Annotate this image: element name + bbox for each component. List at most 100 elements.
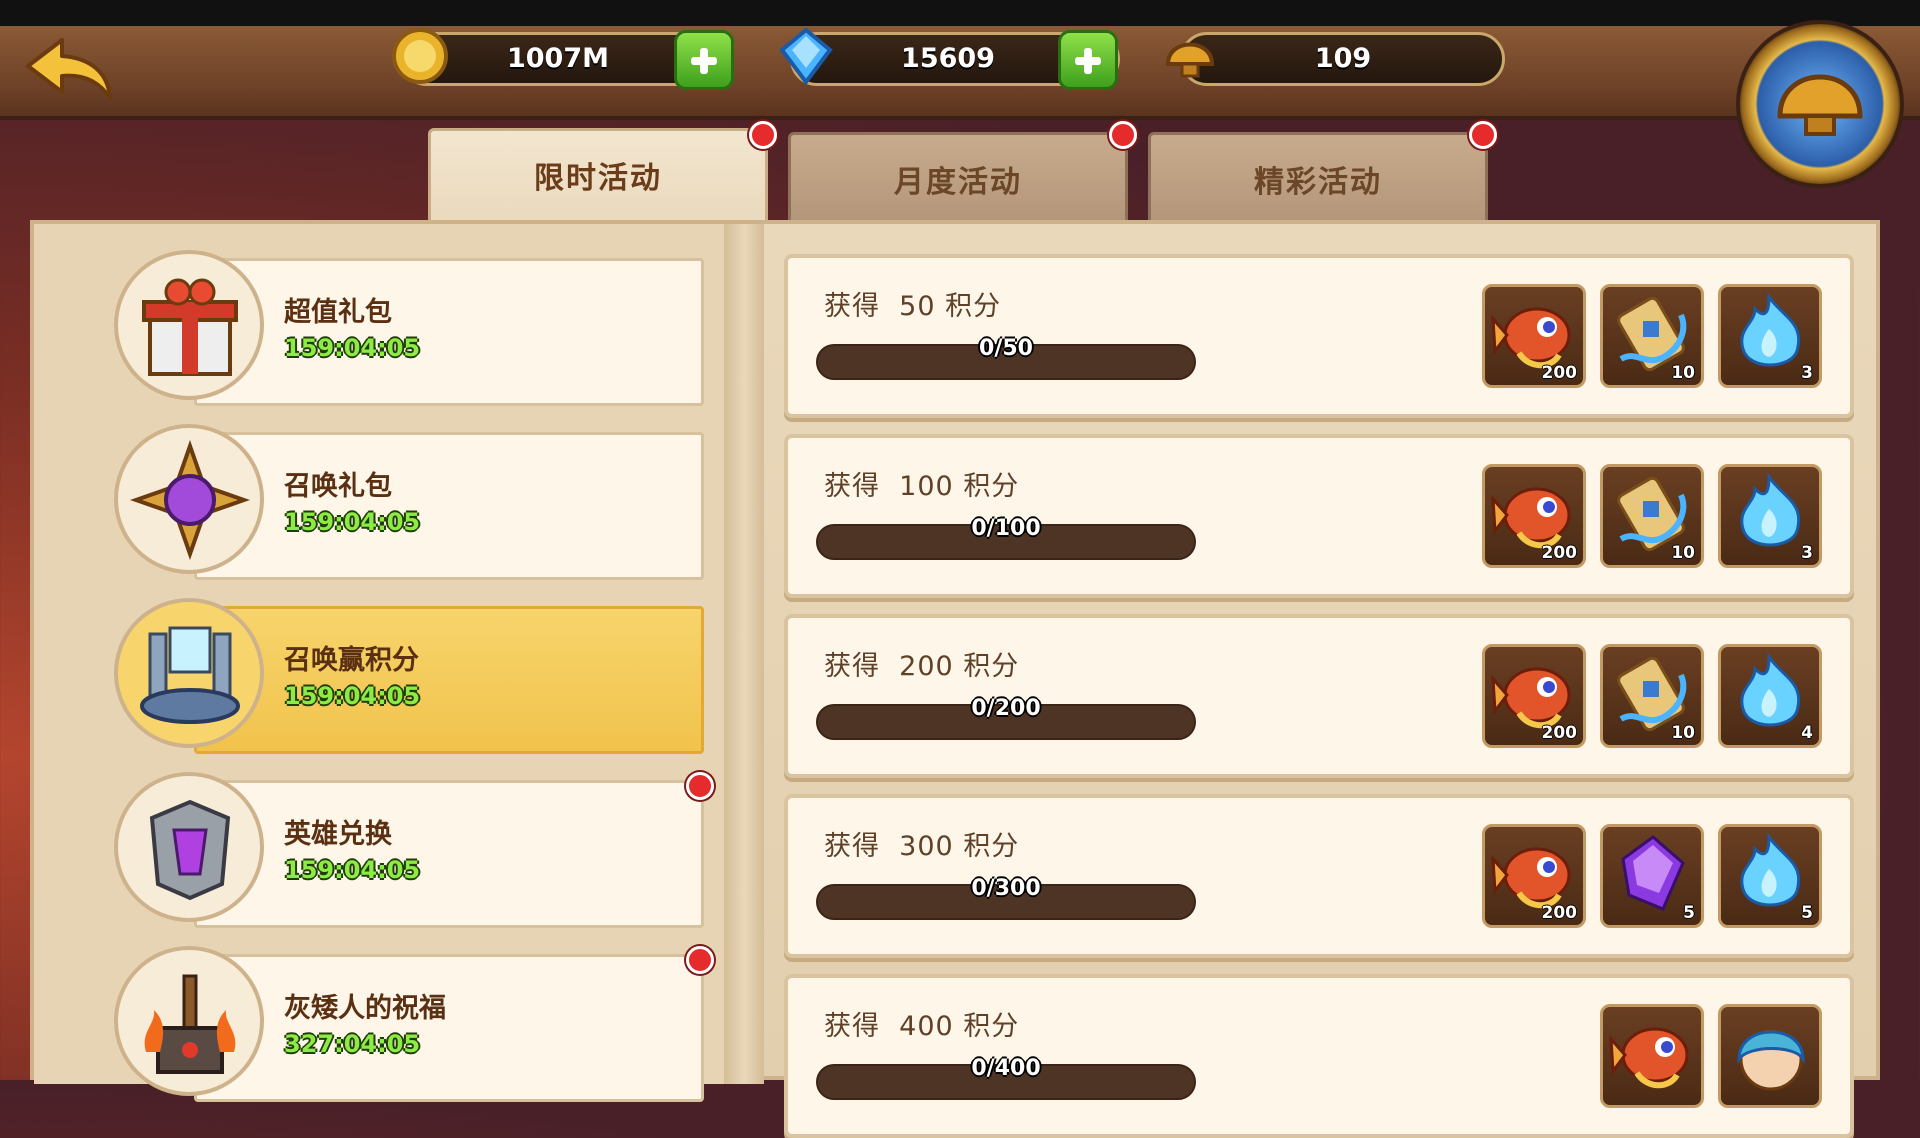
reward-item[interactable] [1718, 1004, 1822, 1108]
reward-item[interactable]: 200 [1482, 824, 1586, 928]
spirit-value: 109 [1314, 43, 1372, 74]
reward-points: 200 [899, 651, 954, 682]
item-count: 200 [1541, 363, 1578, 383]
progress-text: 0/300 [971, 876, 1041, 901]
reward-title-suffix: 积分 [963, 831, 1020, 862]
reward-item[interactable]: 5 [1718, 824, 1822, 928]
event-countdown: 159:04:05 [284, 508, 421, 536]
event-item-summon-pack[interactable]: 召唤礼包 159:04:05 [114, 424, 704, 582]
reward-items: 200 10 3 [1482, 284, 1822, 388]
reward-title-suffix: 积分 [963, 471, 1020, 502]
reward-item[interactable]: 4 [1718, 644, 1822, 748]
gold-coin-icon [388, 24, 452, 88]
reward-item[interactable]: 200 [1482, 464, 1586, 568]
event-name: 召唤礼包 [284, 471, 392, 502]
reward-title-suffix: 积分 [963, 1011, 1020, 1042]
reward-title-prefix: 获得 [824, 291, 880, 322]
reward-item[interactable] [1600, 1004, 1704, 1108]
progress-bar: 0/50 [816, 336, 1196, 380]
summon-altar-icon [114, 598, 264, 748]
item-count: 4 [1801, 723, 1813, 743]
tab-featured-events[interactable]: 精彩活动 [1148, 121, 1497, 224]
gold-value: 1007M [506, 43, 609, 74]
item-count: 200 [1541, 903, 1578, 923]
item-count: 5 [1801, 903, 1813, 923]
reward-points: 100 [899, 471, 954, 502]
tab-label: 精彩活动 [1254, 165, 1382, 200]
event-countdown: 327:04:05 [284, 1030, 421, 1058]
event-item-summon-points[interactable]: 召唤赢积分 159:04:05 [114, 598, 704, 756]
reward-title: 获得 400 积分 [824, 1004, 1019, 1043]
item-count: 200 [1541, 543, 1578, 563]
tab-label: 限时活动 [534, 161, 662, 196]
progress-text: 0/100 [971, 516, 1041, 541]
event-card [194, 606, 704, 754]
reward-title: 获得 50 积分 [824, 284, 1001, 323]
event-item-dwarf-blessing[interactable]: 灰矮人的祝福 327:04:05 [114, 946, 714, 1104]
reward-item[interactable]: 10 [1600, 644, 1704, 748]
hero-armor-icon [114, 772, 264, 922]
event-item-value-pack[interactable]: 超值礼包 159:04:05 [114, 250, 704, 408]
item-count: 10 [1671, 543, 1695, 563]
add-gems-button[interactable] [1058, 30, 1118, 90]
event-name: 超值礼包 [284, 297, 392, 328]
progress-bar: 0/100 [816, 516, 1196, 560]
notification-dot [1109, 121, 1137, 149]
event-countdown: 159:04:05 [284, 682, 421, 710]
gift-box-icon [114, 250, 264, 400]
reward-title-prefix: 获得 [824, 831, 880, 862]
player-avatar[interactable] [1736, 20, 1904, 188]
notification-dot [1469, 121, 1497, 149]
back-arrow-icon[interactable] [22, 34, 118, 104]
progress-text: 0/200 [971, 696, 1041, 721]
events-panel: 超值礼包 159:04:05 召唤礼包 159:04:05 召唤赢积分 159:… [30, 220, 1880, 1138]
add-gold-button[interactable] [674, 30, 734, 90]
reward-row: 获得 50 积分 0/50 200 10 3 [784, 254, 1854, 418]
spirit-counter: 109 [1180, 32, 1505, 86]
item-count: 10 [1671, 723, 1695, 743]
progress-bar: 0/200 [816, 696, 1196, 740]
reward-item[interactable]: 200 [1482, 284, 1586, 388]
gem-value: 15609 [901, 43, 995, 74]
reward-items: 200 5 5 [1482, 824, 1822, 928]
reward-item[interactable]: 3 [1718, 284, 1822, 388]
event-name: 召唤赢积分 [284, 645, 419, 676]
item-count: 200 [1541, 723, 1578, 743]
event-item-hero-exchange[interactable]: 英雄兑换 159:04:05 [114, 772, 714, 930]
reward-title-prefix: 获得 [824, 651, 880, 682]
reward-title-prefix: 获得 [824, 471, 880, 502]
reward-points: 300 [899, 831, 954, 862]
summon-star-icon [114, 424, 264, 574]
progress-bar: 0/300 [816, 876, 1196, 920]
tab-monthly-events[interactable]: 月度活动 [788, 121, 1137, 224]
reward-item[interactable]: 10 [1600, 464, 1704, 568]
reward-items: 200 10 4 [1482, 644, 1822, 748]
progress-text: 0/400 [971, 1056, 1041, 1081]
reward-title-prefix: 获得 [824, 1011, 880, 1042]
event-countdown: 159:04:05 [284, 334, 421, 362]
golden-helmet-icon [1158, 24, 1222, 88]
reward-points: 50 [899, 291, 936, 322]
event-name: 灰矮人的祝福 [284, 993, 446, 1024]
reward-item[interactable]: 10 [1600, 284, 1704, 388]
tab-label: 月度活动 [894, 165, 1022, 200]
system-status-bar [0, 0, 1920, 26]
notification-dot [686, 946, 714, 974]
event-card [194, 780, 704, 928]
reward-item[interactable]: 5 [1600, 824, 1704, 928]
reward-title-suffix: 积分 [963, 651, 1020, 682]
notification-dot [686, 772, 714, 800]
notification-dot [749, 121, 777, 149]
reward-item[interactable]: 200 [1482, 644, 1586, 748]
reward-points: 400 [899, 1011, 954, 1042]
event-list: 超值礼包 159:04:05 召唤礼包 159:04:05 召唤赢积分 159:… [34, 224, 724, 1102]
reward-title: 获得 100 积分 [824, 464, 1019, 503]
item-count: 3 [1801, 363, 1813, 383]
reward-row: 获得 400 积分 0/400 [784, 974, 1854, 1138]
tab-limited-events[interactable]: 限时活动 [428, 121, 777, 224]
reward-item[interactable]: 3 [1718, 464, 1822, 568]
reward-title: 获得 200 积分 [824, 644, 1019, 683]
reward-title-suffix: 积分 [945, 291, 1002, 322]
item-count: 3 [1801, 543, 1813, 563]
blue-diamond-icon [774, 24, 838, 88]
